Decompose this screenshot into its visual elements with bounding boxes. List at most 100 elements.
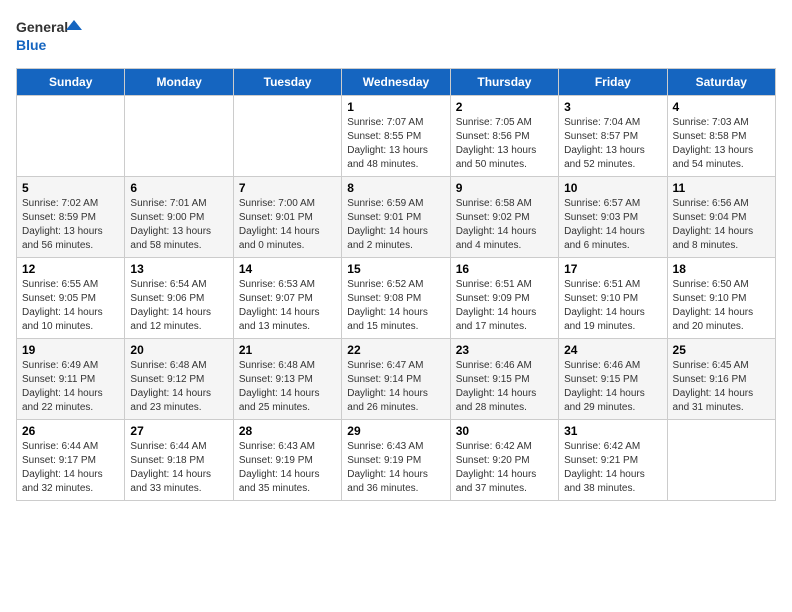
day-number: 23 — [456, 343, 553, 357]
logo: General Blue — [16, 16, 86, 56]
day-info: Sunrise: 6:54 AM Sunset: 9:06 PM Dayligh… — [130, 278, 227, 334]
calendar-week-row: 12 Sunrise: 6:55 AM Sunset: 9:05 PM Dayli… — [17, 258, 776, 339]
calendar-cell: 10 Sunrise: 6:57 AM Sunset: 9:03 PM Dayli… — [559, 177, 667, 258]
day-info: Sunrise: 6:45 AM Sunset: 9:16 PM Dayligh… — [673, 359, 770, 415]
day-info: Sunrise: 6:48 AM Sunset: 9:12 PM Dayligh… — [130, 359, 227, 415]
calendar-cell: 30 Sunrise: 6:42 AM Sunset: 9:20 PM Dayli… — [450, 420, 558, 501]
logo-svg: General Blue — [16, 16, 86, 56]
calendar-cell: 20Sunrise: 6:48 AM Sunset: 9:12 PM Dayli… — [125, 339, 233, 420]
day-info: Sunrise: 6:42 AM Sunset: 9:21 PM Dayligh… — [564, 440, 661, 496]
day-info: Sunrise: 7:05 AM Sunset: 8:56 PM Dayligh… — [456, 116, 553, 172]
day-of-week-header: Sunday — [17, 69, 125, 96]
day-number: 13 — [130, 262, 227, 276]
calendar-cell: 24 Sunrise: 6:46 AM Sunset: 9:15 PM Dayli… — [559, 339, 667, 420]
day-info: Sunrise: 7:02 AM Sunset: 8:59 PM Dayligh… — [22, 197, 119, 253]
svg-text:General: General — [16, 19, 68, 35]
calendar-cell: 12 Sunrise: 6:55 AM Sunset: 9:05 PM Dayli… — [17, 258, 125, 339]
day-info: Sunrise: 7:07 AM Sunset: 8:55 PM Dayligh… — [347, 116, 444, 172]
day-info: Sunrise: 6:46 AM Sunset: 9:15 PM Dayligh… — [564, 359, 661, 415]
day-of-week-header: Saturday — [667, 69, 775, 96]
day-number: 1 — [347, 100, 444, 114]
day-number: 26 — [22, 424, 119, 438]
calendar-cell: 17 Sunrise: 6:51 AM Sunset: 9:10 PM Dayli… — [559, 258, 667, 339]
day-number: 17 — [564, 262, 661, 276]
day-number: 31 — [564, 424, 661, 438]
day-of-week-header: Monday — [125, 69, 233, 96]
calendar-cell: 4Sunrise: 7:03 AM Sunset: 8:58 PM Daylig… — [667, 96, 775, 177]
day-number: 18 — [673, 262, 770, 276]
calendar-cell: 29Sunrise: 6:43 AM Sunset: 9:19 PM Dayli… — [342, 420, 450, 501]
calendar-cell: 11 Sunrise: 6:56 AM Sunset: 9:04 PM Dayli… — [667, 177, 775, 258]
calendar-cell: 2 Sunrise: 7:05 AM Sunset: 8:56 PM Daylig… — [450, 96, 558, 177]
calendar-cell: 25 Sunrise: 6:45 AM Sunset: 9:16 PM Dayli… — [667, 339, 775, 420]
day-number: 21 — [239, 343, 336, 357]
day-number: 15 — [347, 262, 444, 276]
day-info: Sunrise: 6:44 AM Sunset: 9:17 PM Dayligh… — [22, 440, 119, 496]
day-number: 3 — [564, 100, 661, 114]
day-number: 4 — [673, 100, 770, 114]
day-info: Sunrise: 6:55 AM Sunset: 9:05 PM Dayligh… — [22, 278, 119, 334]
day-info: Sunrise: 7:01 AM Sunset: 9:00 PM Dayligh… — [130, 197, 227, 253]
day-info: Sunrise: 6:49 AM Sunset: 9:11 PM Dayligh… — [22, 359, 119, 415]
day-info: Sunrise: 6:56 AM Sunset: 9:04 PM Dayligh… — [673, 197, 770, 253]
calendar-cell: 16 Sunrise: 6:51 AM Sunset: 9:09 PM Dayli… — [450, 258, 558, 339]
calendar-header-row: SundayMondayTuesdayWednesdayThursdayFrid… — [17, 69, 776, 96]
svg-text:Blue: Blue — [16, 37, 47, 53]
calendar-cell: 5 Sunrise: 7:02 AM Sunset: 8:59 PM Daylig… — [17, 177, 125, 258]
day-info: Sunrise: 7:00 AM Sunset: 9:01 PM Dayligh… — [239, 197, 336, 253]
day-of-week-header: Friday — [559, 69, 667, 96]
day-info: Sunrise: 6:57 AM Sunset: 9:03 PM Dayligh… — [564, 197, 661, 253]
day-of-week-header: Tuesday — [233, 69, 341, 96]
day-info: Sunrise: 6:59 AM Sunset: 9:01 PM Dayligh… — [347, 197, 444, 253]
day-number: 6 — [130, 181, 227, 195]
day-number: 30 — [456, 424, 553, 438]
calendar-week-row: 1 Sunrise: 7:07 AM Sunset: 8:55 PM Daylig… — [17, 96, 776, 177]
calendar-cell: 22 Sunrise: 6:47 AM Sunset: 9:14 PM Dayli… — [342, 339, 450, 420]
calendar-cell: 19Sunrise: 6:49 AM Sunset: 9:11 PM Dayli… — [17, 339, 125, 420]
day-number: 22 — [347, 343, 444, 357]
calendar-week-row: 5 Sunrise: 7:02 AM Sunset: 8:59 PM Daylig… — [17, 177, 776, 258]
day-number: 5 — [22, 181, 119, 195]
day-info: Sunrise: 6:52 AM Sunset: 9:08 PM Dayligh… — [347, 278, 444, 334]
day-info: Sunrise: 6:51 AM Sunset: 9:10 PM Dayligh… — [564, 278, 661, 334]
calendar-cell: 27 Sunrise: 6:44 AM Sunset: 9:18 PM Dayli… — [125, 420, 233, 501]
calendar-cell: 14 Sunrise: 6:53 AM Sunset: 9:07 PM Dayli… — [233, 258, 341, 339]
day-info: Sunrise: 6:51 AM Sunset: 9:09 PM Dayligh… — [456, 278, 553, 334]
calendar-cell: 15 Sunrise: 6:52 AM Sunset: 9:08 PM Dayli… — [342, 258, 450, 339]
day-number: 27 — [130, 424, 227, 438]
calendar-cell: 1 Sunrise: 7:07 AM Sunset: 8:55 PM Daylig… — [342, 96, 450, 177]
day-of-week-header: Wednesday — [342, 69, 450, 96]
day-info: Sunrise: 6:44 AM Sunset: 9:18 PM Dayligh… — [130, 440, 227, 496]
day-info: Sunrise: 7:04 AM Sunset: 8:57 PM Dayligh… — [564, 116, 661, 172]
day-number: 24 — [564, 343, 661, 357]
calendar-cell: 7Sunrise: 7:00 AM Sunset: 9:01 PM Daylig… — [233, 177, 341, 258]
calendar-cell: 6 Sunrise: 7:01 AM Sunset: 9:00 PM Daylig… — [125, 177, 233, 258]
day-number: 28 — [239, 424, 336, 438]
day-info: Sunrise: 6:47 AM Sunset: 9:14 PM Dayligh… — [347, 359, 444, 415]
day-number: 11 — [673, 181, 770, 195]
calendar-cell — [17, 96, 125, 177]
day-info: Sunrise: 6:58 AM Sunset: 9:02 PM Dayligh… — [456, 197, 553, 253]
day-number: 16 — [456, 262, 553, 276]
day-number: 14 — [239, 262, 336, 276]
page-header: General Blue — [16, 16, 776, 56]
day-number: 25 — [673, 343, 770, 357]
day-number: 10 — [564, 181, 661, 195]
day-info: Sunrise: 6:42 AM Sunset: 9:20 PM Dayligh… — [456, 440, 553, 496]
calendar-cell: 18 Sunrise: 6:50 AM Sunset: 9:10 PM Dayli… — [667, 258, 775, 339]
calendar-cell: 3 Sunrise: 7:04 AM Sunset: 8:57 PM Daylig… — [559, 96, 667, 177]
day-number: 2 — [456, 100, 553, 114]
day-info: Sunrise: 6:50 AM Sunset: 9:10 PM Dayligh… — [673, 278, 770, 334]
day-info: Sunrise: 6:46 AM Sunset: 9:15 PM Dayligh… — [456, 359, 553, 415]
day-info: Sunrise: 6:43 AM Sunset: 9:19 PM Dayligh… — [239, 440, 336, 496]
day-info: Sunrise: 6:43 AM Sunset: 9:19 PM Dayligh… — [347, 440, 444, 496]
calendar-week-row: 19Sunrise: 6:49 AM Sunset: 9:11 PM Dayli… — [17, 339, 776, 420]
calendar-cell — [667, 420, 775, 501]
day-number: 12 — [22, 262, 119, 276]
calendar-cell: 26 Sunrise: 6:44 AM Sunset: 9:17 PM Dayli… — [17, 420, 125, 501]
day-number: 9 — [456, 181, 553, 195]
day-info: Sunrise: 6:53 AM Sunset: 9:07 PM Dayligh… — [239, 278, 336, 334]
calendar-cell: 28 Sunrise: 6:43 AM Sunset: 9:19 PM Dayli… — [233, 420, 341, 501]
calendar-cell — [125, 96, 233, 177]
calendar-cell: 8Sunrise: 6:59 AM Sunset: 9:01 PM Daylig… — [342, 177, 450, 258]
